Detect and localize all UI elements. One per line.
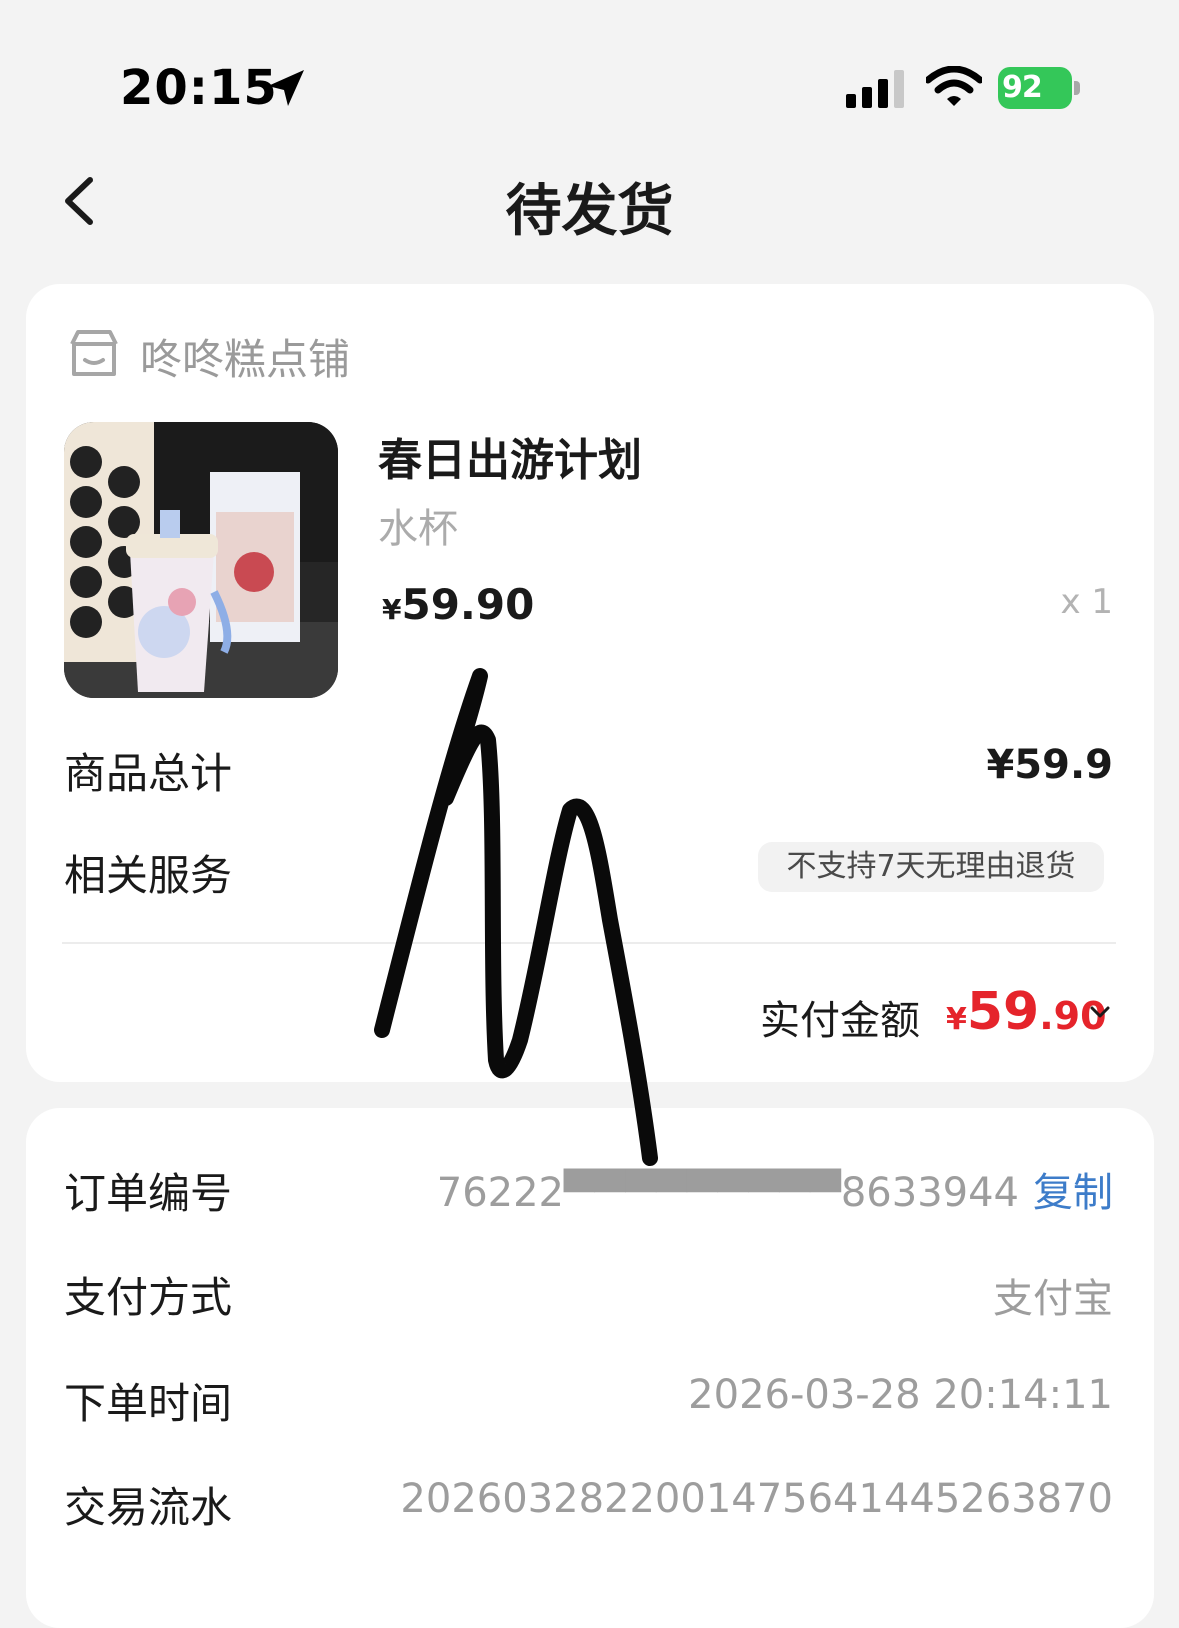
chevron-down-icon[interactable] bbox=[1088, 1000, 1112, 1024]
paid-currency-symbol: ¥ bbox=[946, 1002, 967, 1037]
service-label: 相关服务 bbox=[64, 851, 233, 900]
order-number-label: 订单编号 bbox=[64, 1169, 233, 1218]
product-title[interactable]: 春日出游计划 bbox=[378, 424, 642, 488]
copy-button[interactable]: 复制 bbox=[1033, 1170, 1113, 1216]
transaction-label: 交易流水 bbox=[64, 1483, 233, 1532]
subtotal-label: 商品总计 bbox=[64, 749, 233, 798]
store-icon[interactable] bbox=[66, 326, 122, 382]
status-time: 20:15 bbox=[120, 60, 278, 116]
store-name[interactable]: 咚咚糕点铺 bbox=[140, 326, 350, 387]
product-sku: 水杯 bbox=[378, 506, 458, 552]
divider bbox=[62, 942, 1116, 944]
payment-method-value: 支付宝 bbox=[993, 1276, 1113, 1322]
battery-indicator: 92 bbox=[998, 67, 1084, 109]
paid-amount[interactable]: ¥59.90 bbox=[946, 982, 1107, 1042]
page-title: 待发货 bbox=[505, 179, 674, 244]
order-number-row: 76222▀▀▀▀▀▀▀▀▀8633944 复制 bbox=[437, 1160, 1113, 1218]
battery-level: 92 bbox=[998, 67, 1072, 109]
payment-method-label: 支付方式 bbox=[64, 1273, 233, 1322]
product-price: ¥59.90 bbox=[382, 580, 534, 629]
price-currency-symbol: ¥ bbox=[382, 593, 402, 626]
wifi-icon bbox=[926, 66, 982, 106]
transaction-number-value: 2026032822001475641445263870 bbox=[400, 1476, 1113, 1522]
paid-amount-label: 实付金额 bbox=[760, 998, 920, 1044]
order-number-value: 76222▀▀▀▀▀▀▀▀▀8633944 bbox=[436, 1170, 1019, 1216]
product-image[interactable] bbox=[64, 422, 338, 698]
subtotal-value: ¥59.9 bbox=[986, 742, 1113, 788]
cellular-signal-icon bbox=[846, 70, 904, 108]
service-badge: 不支持7天无理由退货 bbox=[758, 842, 1104, 892]
order-time-value: 2026-03-28 20:14:11 bbox=[688, 1372, 1113, 1418]
paid-integer: 59 bbox=[966, 982, 1040, 1042]
battery-nub bbox=[1074, 81, 1080, 95]
order-time-label: 下单时间 bbox=[64, 1379, 233, 1428]
price-value: 59.90 bbox=[401, 580, 535, 629]
location-arrow-icon bbox=[268, 70, 304, 106]
product-quantity: x 1 bbox=[1060, 582, 1113, 622]
battery-percentage: 92 bbox=[1002, 70, 1043, 105]
